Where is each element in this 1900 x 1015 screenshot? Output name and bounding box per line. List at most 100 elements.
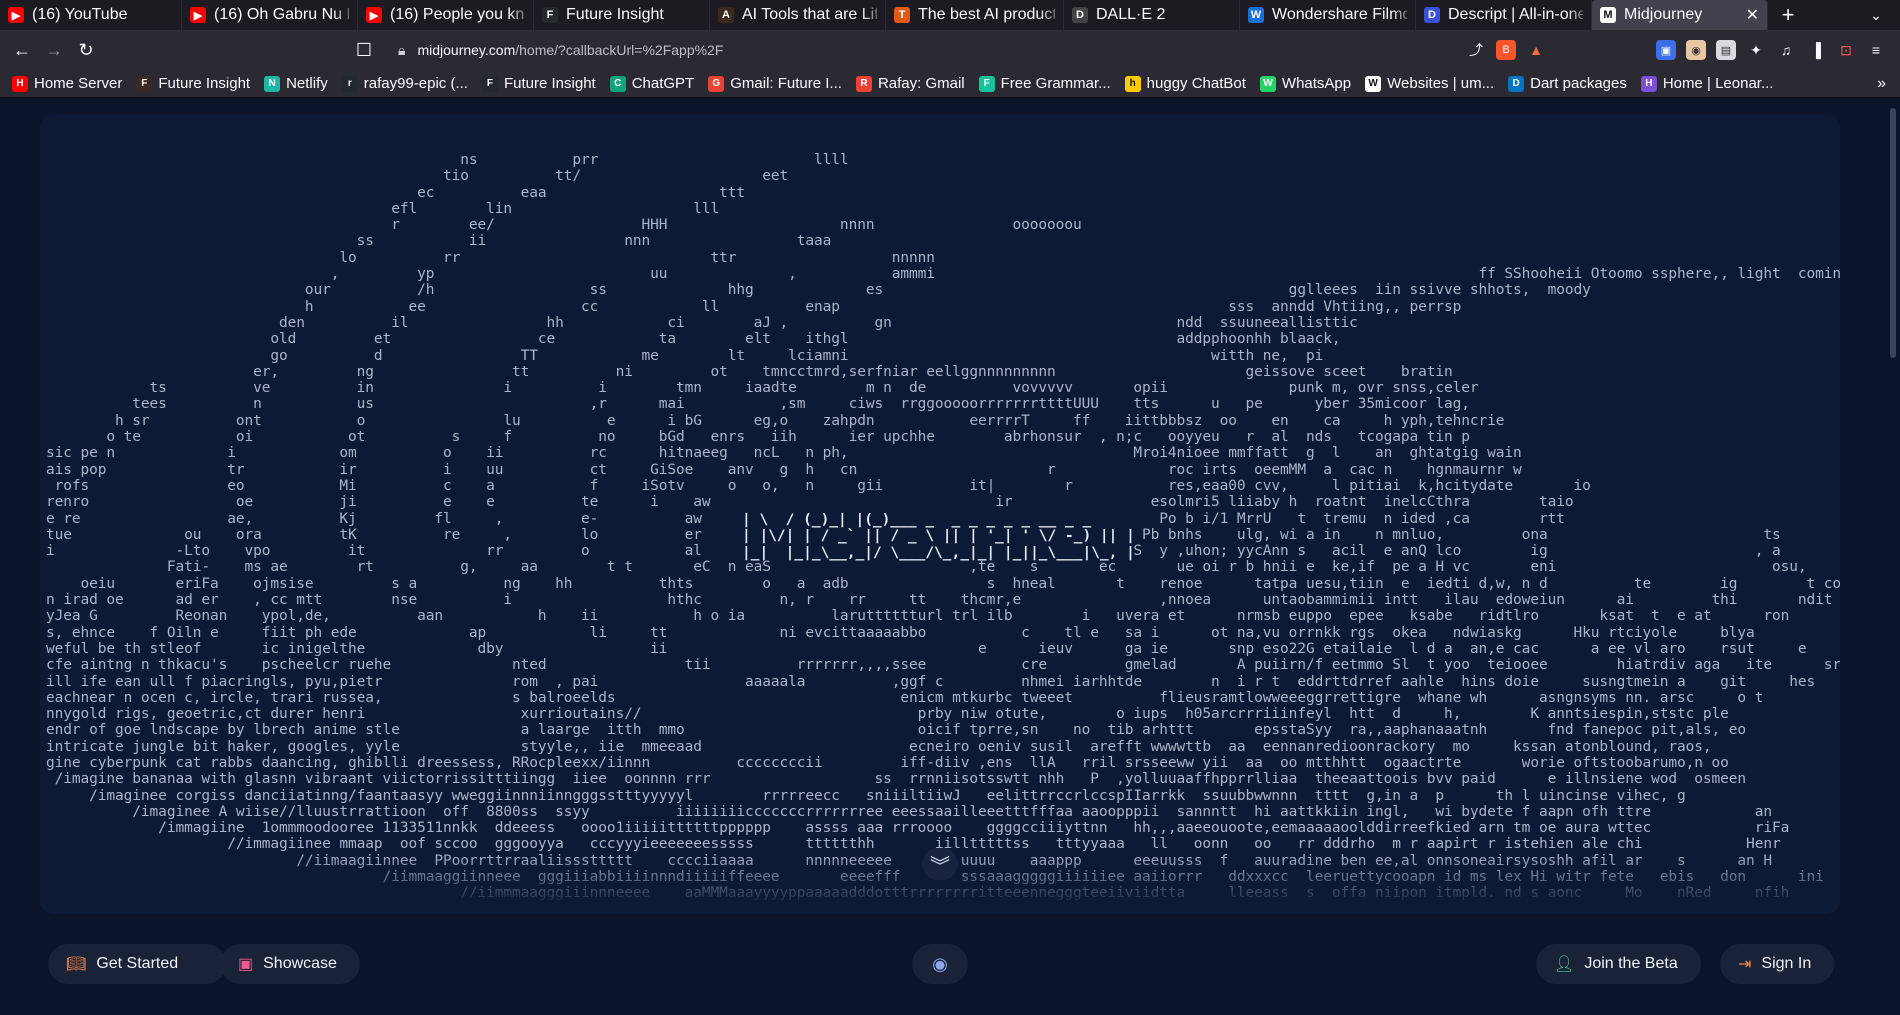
tab-label: AI Tools that are Life bbox=[742, 6, 877, 23]
sign-in-button[interactable]: ⇥ Sign In bbox=[1720, 944, 1834, 984]
ascii-line: efl lin lll bbox=[46, 200, 720, 217]
bookmark-item[interactable]: N Netlify bbox=[264, 75, 328, 92]
bookmarks-overflow-icon[interactable]: » bbox=[1877, 75, 1886, 93]
tab-3[interactable]: F Future Insight bbox=[534, 0, 710, 30]
tab-2[interactable]: ▶ (16) People you know bbox=[358, 0, 534, 30]
scrollbar-thumb[interactable] bbox=[1890, 108, 1896, 358]
reload-button[interactable]: ↻ bbox=[70, 34, 102, 66]
tab-4[interactable]: A AI Tools that are Life bbox=[710, 0, 886, 30]
ascii-line: h ee cc ll enap sss anndd Vhtiing,, perr… bbox=[46, 298, 1462, 315]
tab-8[interactable]: D Descript | All-in-one bbox=[1416, 0, 1592, 30]
bookmark-item[interactable]: G Gmail: Future I... bbox=[708, 75, 842, 92]
puzzle-icon[interactable]: ✦ bbox=[1746, 40, 1766, 60]
bookmark-item[interactable]: W WhatsApp bbox=[1259, 75, 1351, 92]
tab-5[interactable]: T The best AI productivi bbox=[886, 0, 1064, 30]
leonardo-icon: H bbox=[1640, 75, 1657, 92]
extension-icon[interactable]: ▣ bbox=[1656, 40, 1676, 60]
close-tab-icon[interactable]: ✕ bbox=[1736, 5, 1759, 25]
ascii-line: intricate jungle bit haker, googles, yyl… bbox=[46, 738, 1712, 755]
join-beta-button[interactable]: 👤︎ Join the Beta bbox=[1536, 944, 1701, 984]
bookmark-item[interactable]: D Dart packages bbox=[1508, 75, 1627, 92]
bookmark-item[interactable]: H Home | Leonar... bbox=[1640, 75, 1774, 92]
tab-label: Midjourney bbox=[1624, 6, 1703, 23]
ascii-line: h sr ont o lu e i bG eg,o zahpdn eerrrrT… bbox=[46, 412, 1505, 429]
tab-7[interactable]: W Wondershare Filmora bbox=[1240, 0, 1416, 30]
ascii-line: old et ce ta elt ithgl addpphoonhh blaac… bbox=[46, 331, 1341, 348]
bookmark-item[interactable]: h huggy ChatBot bbox=[1124, 75, 1246, 92]
new-tab-button[interactable]: + bbox=[1768, 0, 1808, 30]
book-icon: 📖︎ bbox=[66, 956, 87, 973]
brave-shield-icon[interactable]: B bbox=[1496, 40, 1516, 60]
brave-rewards-icon[interactable]: ▲ bbox=[1526, 40, 1546, 60]
notion-orange-icon: T bbox=[894, 7, 910, 23]
bookmark-item[interactable]: F Future Insight bbox=[136, 75, 250, 92]
bookmark-label: Home | Leonar... bbox=[1662, 75, 1774, 92]
bookmark-label: huggy ChatBot bbox=[1146, 75, 1246, 92]
bookmark-item[interactable]: F Future Insight bbox=[481, 75, 596, 92]
bookmark-item[interactable]: R Rafay: Gmail bbox=[855, 75, 965, 92]
lock-icon: 🔒︎ bbox=[398, 41, 406, 58]
extension-icon[interactable]: ◉ bbox=[1686, 40, 1706, 60]
logo-line: |_| |_|_\__,_|/ \___/\_,_|_| |_||_\___|\… bbox=[742, 544, 1135, 561]
back-button[interactable]: ← bbox=[6, 34, 38, 66]
ascii-line: /imagine bananaa with glasnn vibraant vi… bbox=[46, 771, 1747, 788]
bookmark-item[interactable]: r rafay99-epic (... bbox=[341, 75, 468, 92]
tab-label: (16) People you know bbox=[390, 6, 525, 23]
scroll-down-chevron-icon[interactable]: ︾ bbox=[922, 848, 958, 880]
github-icon: F bbox=[481, 75, 498, 92]
tab-9[interactable]: M Midjourney ✕ bbox=[1592, 0, 1768, 30]
bookmark-item[interactable]: H Home Server bbox=[12, 75, 122, 92]
ascii-line: r ee/ HHH nnnn ooooooou bbox=[46, 217, 1082, 234]
share-icon[interactable]: ⤴ bbox=[1466, 40, 1486, 60]
bookmark-icon: ☐ bbox=[355, 39, 373, 60]
tab-list-chevron-icon[interactable]: ⌄ bbox=[1852, 0, 1900, 30]
ascii-line: yJea G Reonan ypol,de, aan h ii h o ia l… bbox=[46, 608, 1790, 625]
ascii-line: renro oe ji e e te i aw ir esolmri5 liia… bbox=[46, 494, 1574, 511]
bookmark-label: Home Server bbox=[34, 75, 123, 92]
tab-label: The best AI productivi bbox=[918, 6, 1055, 23]
scrollbar[interactable] bbox=[1886, 98, 1900, 1015]
sidebar-icon[interactable]: ▐ bbox=[1806, 40, 1826, 60]
forward-button[interactable]: → bbox=[38, 34, 70, 66]
youtube-icon: ▶ bbox=[8, 7, 24, 23]
ascii-line: rofs eo Mi c a f iSotv o o, n gii it| r … bbox=[46, 477, 1591, 494]
menu-icon[interactable]: ≡ bbox=[1866, 40, 1886, 60]
extension-icon[interactable]: ▤ bbox=[1716, 40, 1736, 60]
tab-0[interactable]: ▶ (16) YouTube bbox=[0, 0, 182, 30]
view-toggle-button[interactable]: ◉ bbox=[912, 944, 968, 984]
ascii-line: ec eaa ttt bbox=[46, 184, 746, 201]
bookmark-item[interactable]: F Free Grammar... bbox=[978, 75, 1111, 92]
bookmark-page-button[interactable]: ☐ bbox=[348, 34, 380, 66]
bookmark-item[interactable]: W Websites | um... bbox=[1365, 75, 1494, 92]
arrow-right-icon: → bbox=[45, 39, 63, 60]
tab-label: (16) YouTube bbox=[32, 6, 128, 23]
logo-line: | \ / (_)_| |(_)___ _ _ _ _ _ _ __ _ _ bbox=[742, 512, 1092, 528]
bookmark-item[interactable]: C ChatGPT bbox=[609, 75, 695, 92]
ascii-line: ts ve in i i tmn iaadte m n de vovvvvv o… bbox=[46, 380, 1479, 397]
openai-icon: D bbox=[1072, 7, 1088, 23]
bookmark-label: Rafay: Gmail bbox=[877, 75, 965, 92]
notification-icon[interactable]: ⊡ bbox=[1836, 40, 1856, 60]
music-icon[interactable]: ♫ bbox=[1776, 40, 1796, 60]
ascii-line: endr of goe lndscape by lbrech anime stl… bbox=[46, 722, 1747, 739]
tab-label: Descript | All-in-one bbox=[1448, 6, 1583, 23]
tab-strip: ▶ (16) YouTube ▶ (16) Oh Gabru Nu Bill ▶ (16)… bbox=[0, 0, 1900, 30]
tab-6[interactable]: D DALL·E 2 bbox=[1064, 0, 1240, 30]
ascii-line: den il hh ci aJ , gn ndd ssuuneeallistti… bbox=[46, 314, 1358, 331]
ascii-line: ais pop tr ir i uu ct GiSoe anv g h cn r… bbox=[46, 461, 1522, 478]
join-beta-label: Join the Beta bbox=[1584, 955, 1678, 972]
ascii-line: n irad oe ad er , cc mtt nse i hthc n, r… bbox=[46, 592, 1833, 609]
address-bar[interactable]: 🔒︎ midjourney.com/home/?callbackUrl=%2Fa… bbox=[398, 34, 1508, 66]
openai-icon: C bbox=[609, 75, 626, 92]
bookmark-label: Future Insight bbox=[503, 75, 596, 92]
bookmark-label: ChatGPT bbox=[631, 75, 695, 92]
showcase-button[interactable]: ▣ Showcase bbox=[220, 944, 360, 984]
ascii-line: cfe aintng n thkacu's pscheelcr ruehe nt… bbox=[46, 657, 1840, 674]
image-icon: ▣ bbox=[238, 956, 254, 973]
github-icon: r bbox=[341, 75, 358, 92]
youtube-icon: ▶ bbox=[366, 7, 382, 23]
get-started-button[interactable]: 📖︎ Get Started bbox=[48, 944, 226, 984]
showcase-label: Showcase bbox=[263, 955, 337, 972]
youtube-icon: ▶ bbox=[190, 7, 206, 23]
tab-1[interactable]: ▶ (16) Oh Gabru Nu Bill bbox=[182, 0, 358, 30]
